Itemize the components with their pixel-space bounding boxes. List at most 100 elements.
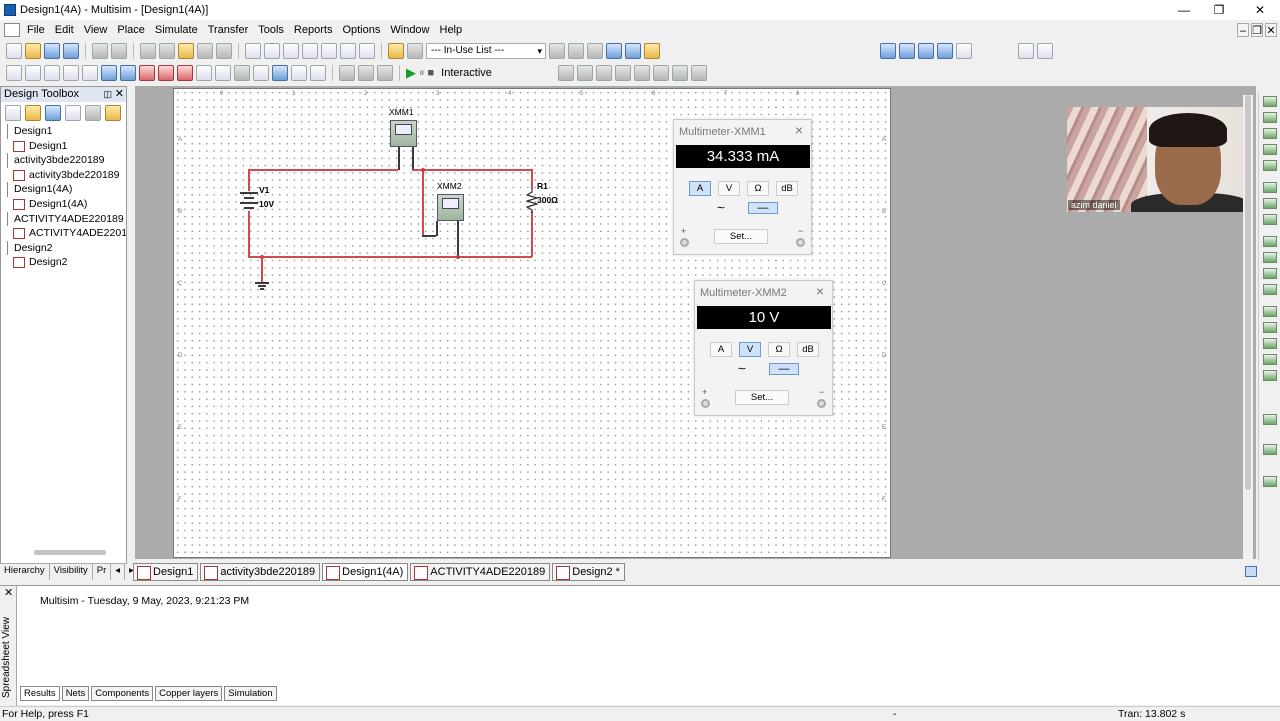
- ac-mode-button[interactable]: ∼: [706, 202, 736, 214]
- pin-icon[interactable]: ◫: [103, 87, 112, 102]
- place-transistor-icon[interactable]: [63, 65, 79, 81]
- vertical-scrollbar[interactable]: [1243, 95, 1253, 560]
- decibel-mode-button[interactable]: dB: [776, 181, 798, 196]
- place-hierarchical-icon[interactable]: [339, 65, 355, 81]
- labview-instrument-icon[interactable]: [1263, 414, 1277, 425]
- stop-simulation-icon[interactable]: ■: [428, 67, 435, 79]
- new-sheet-icon[interactable]: [65, 105, 81, 121]
- tree-item-design1-4a-sheet[interactable]: Design1(4A): [1, 197, 126, 212]
- wire-left-upper[interactable]: [248, 169, 250, 191]
- probe-reference-icon[interactable]: [633, 65, 650, 81]
- multimeter-instrument-icon[interactable]: [1263, 96, 1277, 107]
- tree-item-design2[interactable]: Design2: [1, 240, 126, 256]
- in-use-list-dropdown[interactable]: --- In-Use List ---: [426, 43, 546, 59]
- r1-value[interactable]: 300Ω: [537, 195, 558, 205]
- place-indicator-icon[interactable]: [177, 65, 193, 81]
- wire-top-left[interactable]: [248, 169, 398, 171]
- tab-copper-layers[interactable]: Copper layers: [155, 686, 223, 701]
- probe-settings-icon[interactable]: [671, 65, 688, 81]
- place-cmos-icon[interactable]: [120, 65, 136, 81]
- wattmeter-icon[interactable]: [1263, 128, 1277, 139]
- new-design-icon[interactable]: [5, 105, 21, 121]
- menu-simulate[interactable]: Simulate: [150, 24, 203, 36]
- menu-window[interactable]: Window: [385, 24, 434, 36]
- in-use-icon[interactable]: [407, 43, 423, 59]
- tree-item-activity4ade220189[interactable]: ACTIVITY4ADE220189: [1, 211, 126, 227]
- close-spreadsheet-icon[interactable]: ✕: [4, 586, 13, 599]
- tree-item-activity4ade220189-sheet[interactable]: ACTIVITY4ADE220189: [1, 226, 126, 241]
- probe-power-icon[interactable]: [595, 65, 612, 81]
- place-mixed-icon[interactable]: [158, 65, 174, 81]
- document-icon[interactable]: [4, 23, 20, 37]
- probe-voltage-icon[interactable]: [557, 65, 574, 81]
- spreadsheet-toggle-icon[interactable]: [1245, 566, 1257, 577]
- doc-tab-activity4ade220189[interactable]: ACTIVITY4ADE220189: [410, 563, 551, 581]
- wire-right-lower[interactable]: [531, 211, 533, 257]
- help-icon[interactable]: [644, 43, 660, 59]
- close-toolbox-icon[interactable]: ✕: [115, 87, 124, 102]
- forward-annotate-icon[interactable]: [568, 43, 584, 59]
- interactive-mode-label[interactable]: Interactive: [441, 67, 492, 79]
- tree-item-design1[interactable]: Design1: [1, 124, 126, 139]
- cut-icon[interactable]: [140, 43, 156, 59]
- place-basic-icon[interactable]: [25, 65, 41, 81]
- wire-bottom[interactable]: [248, 256, 532, 258]
- project-icon[interactable]: [105, 105, 121, 121]
- toggle-spreadsheet-icon[interactable]: [283, 43, 299, 59]
- erc-icon[interactable]: [359, 43, 375, 59]
- probe-differential-icon[interactable]: [614, 65, 631, 81]
- place-power-icon[interactable]: [196, 65, 212, 81]
- grapher-icon[interactable]: [321, 43, 337, 59]
- tab-hierarchy[interactable]: Hierarchy: [0, 564, 50, 580]
- probe-digital-icon[interactable]: [652, 65, 669, 81]
- ammeter-mode-button[interactable]: A: [710, 342, 732, 357]
- doc-tab-activity3bde220189[interactable]: activity3bde220189: [200, 563, 321, 581]
- four-channel-oscilloscope-icon[interactable]: [1263, 160, 1277, 171]
- toggle-toolbox-icon[interactable]: [264, 43, 280, 59]
- menu-reports[interactable]: Reports: [289, 24, 338, 36]
- wire-right-upper[interactable]: [531, 169, 533, 189]
- maximize-button[interactable]: ❐: [1199, 0, 1239, 20]
- settings-button[interactable]: Set...: [714, 229, 768, 244]
- component-wizard-icon[interactable]: [388, 43, 404, 59]
- menu-options[interactable]: Options: [337, 24, 385, 36]
- multimeter-xmm1-window[interactable]: Multimeter-XMM1 × 34.333 mA A V Ω dB ∼ —…: [673, 119, 812, 255]
- function-generator-icon[interactable]: [1263, 112, 1277, 123]
- place-advanced-icon[interactable]: [234, 65, 250, 81]
- zoom-in-icon[interactable]: [880, 43, 896, 59]
- zoom-full-icon[interactable]: [956, 43, 972, 59]
- redo-icon[interactable]: [216, 43, 232, 59]
- place-misc-icon[interactable]: [215, 65, 231, 81]
- ammeter-mode-button[interactable]: A: [689, 181, 711, 196]
- decibel-mode-button[interactable]: dB: [797, 342, 819, 357]
- dc-mode-button[interactable]: —: [769, 363, 799, 375]
- xmm2-multimeter-icon[interactable]: [437, 194, 464, 221]
- tree-item-design2-sheet[interactable]: Design2: [1, 255, 126, 270]
- wire-to-ground[interactable]: [261, 256, 263, 282]
- close-button[interactable]: ✕: [1240, 0, 1280, 20]
- place-ni-icon[interactable]: [291, 65, 307, 81]
- education-website-icon[interactable]: [625, 43, 641, 59]
- xmm1-multimeter-icon[interactable]: [390, 120, 417, 147]
- copy-icon[interactable]: [159, 43, 175, 59]
- xmm2-lead-right[interactable]: [457, 221, 459, 257]
- xmm2-lead-bottom[interactable]: [422, 235, 436, 237]
- place-analog-icon[interactable]: [82, 65, 98, 81]
- place-diode-icon[interactable]: [44, 65, 60, 81]
- place-rf-icon[interactable]: [253, 65, 269, 81]
- positive-terminal[interactable]: [680, 238, 689, 247]
- mdi-minimize-button[interactable]: –: [1237, 23, 1249, 37]
- tektronix-oscilloscope-icon[interactable]: [1263, 370, 1277, 381]
- voltmeter-mode-button[interactable]: V: [739, 342, 761, 357]
- menu-edit[interactable]: Edit: [50, 24, 79, 36]
- agilent-multimeter-icon[interactable]: [1263, 354, 1277, 365]
- ohmmeter-mode-button[interactable]: Ω: [747, 181, 769, 196]
- save-design-icon[interactable]: [45, 105, 61, 121]
- place-ttl-icon[interactable]: [101, 65, 117, 81]
- print-icon[interactable]: [92, 43, 108, 59]
- fullscreen-icon[interactable]: [245, 43, 261, 59]
- place-electromech-icon[interactable]: [272, 65, 288, 81]
- zoom-area-icon[interactable]: [918, 43, 934, 59]
- find-examples-icon[interactable]: [606, 43, 622, 59]
- transfer-icon[interactable]: [587, 43, 603, 59]
